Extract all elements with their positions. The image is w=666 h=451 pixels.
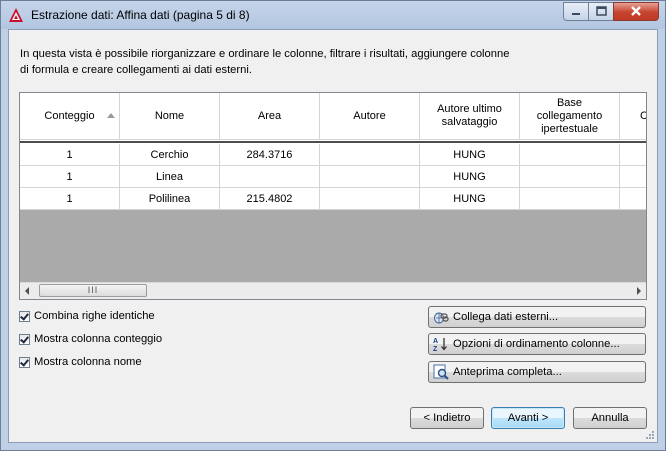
checkbox-checked-icon[interactable] bbox=[19, 333, 30, 345]
show-count-column-checkbox[interactable]: Mostra colonna conteggio bbox=[19, 331, 162, 347]
column-sort-options-button[interactable]: A Z Opzioni di ordinamento colonne... bbox=[428, 333, 646, 355]
maximize-icon bbox=[596, 6, 607, 16]
cell-base-collegamento[interactable] bbox=[520, 188, 620, 210]
column-header-base-collegamento[interactable]: Base collegamento ipertestuale bbox=[520, 93, 620, 140]
cell-area[interactable]: 215.4802 bbox=[220, 188, 320, 210]
window-title: Estrazione dati: Affina dati (pagina 5 d… bbox=[31, 8, 250, 22]
cell-nome[interactable]: Linea bbox=[120, 166, 220, 188]
minimize-button[interactable] bbox=[563, 2, 589, 21]
column-header-label: Area bbox=[257, 109, 282, 122]
cell-conteggio[interactable]: 1 bbox=[20, 166, 120, 188]
cell-autore-ultimo[interactable]: HUNG bbox=[420, 144, 520, 166]
horizontal-scrollbar[interactable]: III bbox=[20, 282, 646, 299]
dialog-body: In questa vista è possibile riorganizzar… bbox=[8, 29, 658, 443]
back-button[interactable]: < Indietro bbox=[410, 407, 484, 429]
column-header-nome[interactable]: Nome bbox=[120, 93, 220, 140]
data-grid[interactable]: Conteggio Nome Area Autore Autore ultimo… bbox=[19, 92, 647, 300]
grid-empty-area bbox=[20, 210, 646, 282]
cell-conteggio[interactable]: 1 bbox=[20, 144, 120, 166]
full-preview-button[interactable]: Anteprima completa... bbox=[428, 361, 646, 383]
close-button[interactable] bbox=[613, 2, 659, 21]
close-icon bbox=[631, 6, 641, 16]
show-name-column-checkbox[interactable]: Mostra colonna nome bbox=[19, 354, 142, 370]
cell-autore[interactable] bbox=[320, 166, 420, 188]
cell-autore[interactable] bbox=[320, 188, 420, 210]
checkbox-checked-icon[interactable] bbox=[19, 310, 30, 322]
title-bar[interactable]: Estrazione dati: Affina dati (pagina 5 d… bbox=[1, 1, 665, 29]
column-header-autore[interactable]: Autore bbox=[320, 93, 420, 140]
link-external-data-button[interactable]: Collega dati esterni... bbox=[428, 306, 646, 328]
button-label: Collega dati esterni... bbox=[453, 311, 559, 323]
scroll-thumb[interactable]: III bbox=[39, 284, 147, 297]
checkbox-label: Mostra colonna nome bbox=[34, 356, 142, 368]
minimize-icon bbox=[572, 13, 580, 15]
cell-conteggio[interactable]: 1 bbox=[20, 188, 120, 210]
cell-partial[interactable] bbox=[620, 166, 646, 188]
link-data-icon bbox=[434, 312, 449, 324]
checkbox-checked-icon[interactable] bbox=[19, 356, 30, 368]
scroll-left-icon[interactable] bbox=[25, 287, 29, 295]
cell-base-collegamento[interactable] bbox=[520, 144, 620, 166]
cell-autore-ultimo[interactable]: HUNG bbox=[420, 188, 520, 210]
scroll-right-icon[interactable] bbox=[637, 287, 641, 295]
column-header-label: Base collegamento ipertestuale bbox=[536, 96, 603, 135]
next-button[interactable]: Avanti > bbox=[491, 407, 565, 429]
maximize-button[interactable] bbox=[588, 2, 614, 21]
cell-partial[interactable] bbox=[620, 144, 646, 166]
cell-autore[interactable] bbox=[320, 144, 420, 166]
column-header-area[interactable]: Area bbox=[220, 93, 320, 140]
cell-nome[interactable]: Cerchio bbox=[120, 144, 220, 166]
autocad-icon bbox=[9, 8, 23, 22]
page-description: In questa vista è possibile riorganizzar… bbox=[20, 48, 510, 76]
column-header-partial[interactable]: C bbox=[620, 93, 646, 140]
checkbox-label: Combina righe identiche bbox=[34, 310, 155, 322]
cell-partial[interactable] bbox=[620, 188, 646, 210]
cell-area[interactable]: 284.3716 bbox=[220, 144, 320, 166]
svg-text:Z: Z bbox=[433, 346, 438, 352]
dialog-window: Estrazione dati: Affina dati (pagina 5 d… bbox=[0, 0, 666, 451]
button-label: Opzioni di ordinamento colonne... bbox=[453, 338, 620, 350]
cell-nome[interactable]: Polilinea bbox=[120, 188, 220, 210]
cell-autore-ultimo[interactable]: HUNG bbox=[420, 166, 520, 188]
column-header-label: Conteggio bbox=[44, 109, 95, 122]
sort-ascending-icon bbox=[107, 113, 115, 118]
column-header-label: Nome bbox=[154, 109, 185, 122]
column-header-label: C bbox=[640, 110, 646, 123]
checkbox-label: Mostra colonna conteggio bbox=[34, 333, 163, 345]
cell-area[interactable] bbox=[220, 166, 320, 188]
header-separator bbox=[20, 141, 646, 143]
cell-base-collegamento[interactable] bbox=[520, 166, 620, 188]
column-header-conteggio[interactable]: Conteggio bbox=[20, 93, 120, 140]
svg-text:A: A bbox=[433, 338, 438, 345]
column-header-label: Autore bbox=[353, 109, 386, 122]
button-label: Anteprima completa... bbox=[453, 366, 562, 378]
column-header-autore-ultimo[interactable]: Autore ultimo salvataggio bbox=[420, 93, 520, 140]
column-header-label: Autore ultimo salvataggio bbox=[437, 103, 502, 128]
sort-az-icon: A Z bbox=[433, 338, 447, 352]
preview-magnifier-icon bbox=[433, 364, 449, 380]
cancel-button[interactable]: Annulla bbox=[573, 407, 647, 429]
resize-grip-icon[interactable] bbox=[645, 430, 655, 440]
combine-rows-checkbox[interactable]: Combina righe identiche bbox=[19, 308, 155, 324]
